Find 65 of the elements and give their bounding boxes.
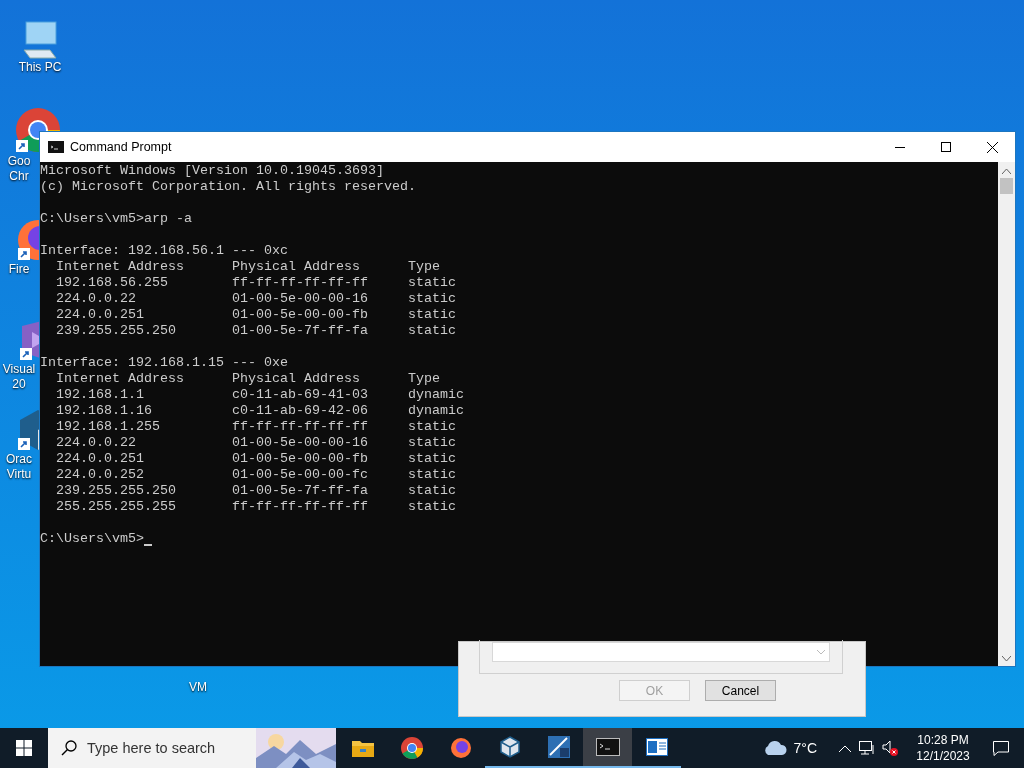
desktop-icon-label: Orac [6,452,32,467]
console-line: 224.0.0.22 01-00-5e-00-00-16 static [55,435,456,451]
console-line: 192.168.56.255 ff-ff-ff-ff-ff-ff static [55,275,456,291]
console-line: C:\Users\vm5>arp -a [40,211,192,227]
search-box[interactable]: Type here to search [48,728,256,768]
desktop-icon-label: Visual [2,362,36,377]
console-line: Microsoft Windows [Version 10.0.19045.3693] [40,163,384,179]
search-icon [61,740,77,756]
clock-time: 10:28 PM [917,732,969,748]
scroll-thumb[interactable] [1000,178,1013,194]
console-line: C:\Users\vm5> [40,531,144,547]
console-line: 224.0.0.251 01-00-5e-00-00-fb static [55,307,456,323]
folder-icon [350,738,375,758]
console-line: Interface: 192.168.1.15 --- 0xe [40,355,288,371]
scroll-down-icon [1002,656,1011,662]
console-line: 255.255.255.255 ff-ff-ff-ff-ff-ff static [55,499,456,515]
window-icon [645,738,668,756]
speech-bubble-icon [993,740,1009,756]
shortcut-arrow-icon [18,438,30,450]
desktop-icon-label: VM [189,680,207,695]
scroll-up-icon [1002,168,1011,174]
console-line: 192.168.1.1 c0-11-ab-69-41-03 dynamic [55,387,464,403]
caret-icon [817,649,825,655]
chrome-icon [399,736,424,760]
taskbar-app-button[interactable] [583,728,632,768]
desktop-icon-label: Goo [7,154,31,169]
network-icon [859,741,875,755]
console-line: 224.0.0.251 01-00-5e-00-00-fb static [55,451,456,467]
console-line: Internet Address Physical Address Type [55,371,440,387]
cube-icon [498,736,521,758]
terminal-icon [595,738,620,756]
weather-temperature: 7°C [793,738,817,758]
console-line: 239.255.255.250 01-00-5e-7f-ff-fa static [55,483,456,499]
dialog-button[interactable]: Cancel [705,680,776,701]
shortcut-arrow-icon [20,348,32,360]
desktop-icon-label: Virtu [6,467,32,482]
firefox-icon [449,737,472,759]
muted-speaker-icon [882,740,898,756]
shortcut-arrow-icon [16,140,28,152]
shortcut-arrow-icon [18,248,30,260]
dropdown-field[interactable] [492,642,830,662]
desktop-icon-label: Fire [8,262,30,277]
console-line: 192.168.1.16 c0-11-ab-69-42-06 dynamic [55,403,464,419]
computer-icon [20,20,60,60]
windows-logo-icon [16,740,32,756]
maximize-icon [941,142,951,152]
search-field[interactable]: Type here to search [87,736,237,760]
console-line: 224.0.0.252 01-00-5e-00-00-fc static [55,467,456,483]
console-line: (c) Microsoft Corporation. All rights reserved. [40,179,416,195]
desktop-icon-label: This PC [18,60,62,75]
desktop-icon-label: 20 [12,377,26,392]
close-icon [986,141,998,153]
window-title: Command Prompt [70,138,172,156]
console-line: Internet Address Physical Address Type [55,259,440,275]
console-line: 239.255.255.250 01-00-5e-7f-ff-fa static [55,323,456,339]
text-cursor [144,544,152,546]
minimize-icon [895,146,905,148]
console-line: 192.168.1.255 ff-ff-ff-ff-ff-ff static [55,419,456,435]
console-line: Interface: 192.168.56.1 --- 0xc [40,243,288,259]
desktop-icon-label: Chr [9,169,29,184]
chevron-up-icon [839,744,851,752]
console-line: 224.0.0.22 01-00-5e-00-00-16 static [55,291,456,307]
clock-date: 12/1/2023 [916,748,970,764]
diagram-tool-icon [546,735,571,759]
terminal-icon [48,141,64,153]
